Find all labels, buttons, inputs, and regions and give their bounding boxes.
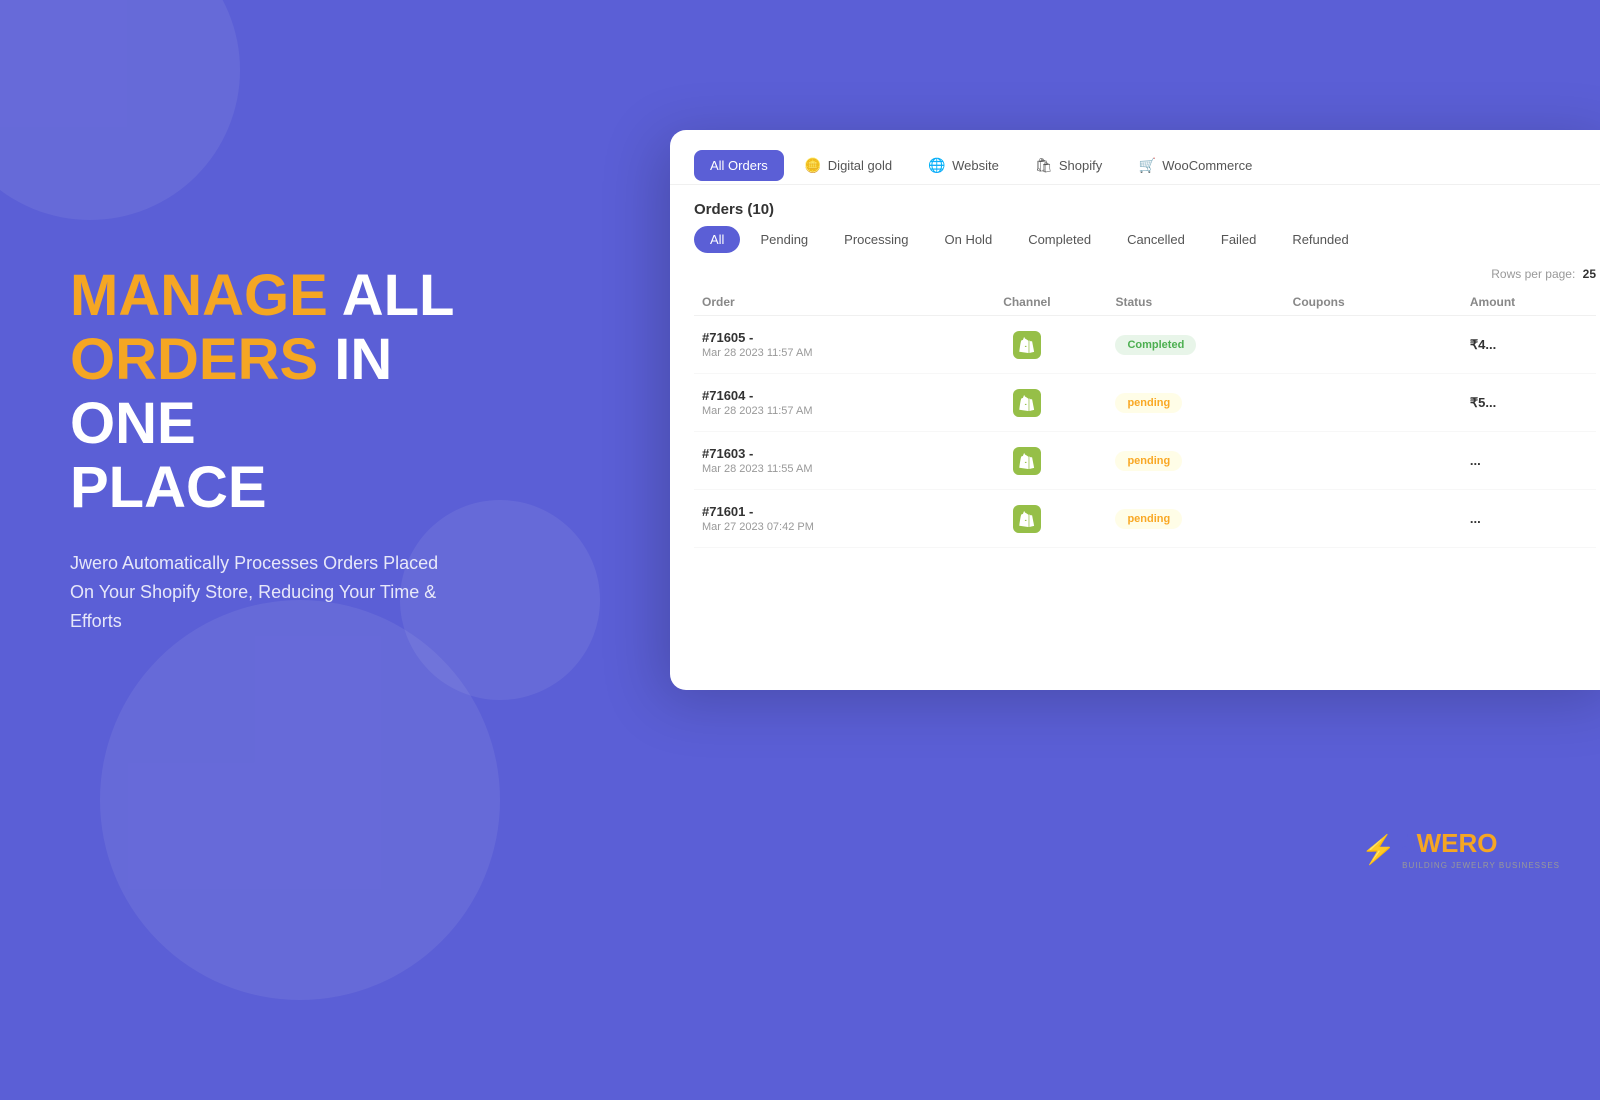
status-cell-3: pending xyxy=(1115,451,1292,471)
amount-cell-3: ... xyxy=(1470,453,1588,468)
logo-text-wero: WERO xyxy=(1417,828,1498,859)
digital-gold-icon: 🪙 xyxy=(804,156,822,174)
channel-cell-4 xyxy=(938,505,1115,533)
logo-letter-j: J xyxy=(1402,828,1416,859)
status-tab-all-label: All xyxy=(710,232,724,247)
status-tab-pending[interactable]: Pending xyxy=(744,226,824,253)
order-cell-3: #71603 - Mar 28 2023 11:55 AM xyxy=(702,446,938,475)
order-id-1: #71605 - xyxy=(702,330,938,345)
amount-cell-4: ... xyxy=(1470,511,1588,526)
status-cell-4: pending xyxy=(1115,509,1292,529)
status-tab-on-hold[interactable]: On Hold xyxy=(928,226,1008,253)
status-filter-tabs: All Pending Processing On Hold Completed… xyxy=(670,226,1600,263)
rows-per-page-value[interactable]: 25 xyxy=(1583,267,1596,281)
order-id-2: #71604 - xyxy=(702,388,938,403)
status-cell-2: pending xyxy=(1115,393,1292,413)
headline-orders: ORDERS xyxy=(70,327,318,392)
table-row[interactable]: #71603 - Mar 28 2023 11:55 AM pending ..… xyxy=(694,432,1596,490)
order-cell-1: #71605 - Mar 28 2023 11:57 AM xyxy=(702,330,938,359)
dashboard-card: All Orders 🪙 Digital gold 🌐 Website 🛍 Sh… xyxy=(670,130,1600,690)
table-row[interactable]: #71605 - Mar 28 2023 11:57 AM Completed … xyxy=(694,316,1596,374)
status-tab-completed[interactable]: Completed xyxy=(1012,226,1107,253)
order-id-3: #71603 - xyxy=(702,446,938,461)
logo-bottom: ⚡ J WERO BUILDING JEWELRY BUSINESSES xyxy=(1361,828,1560,870)
status-badge-4: pending xyxy=(1115,509,1182,529)
tab-woocommerce[interactable]: 🛒 WooCommerce xyxy=(1122,148,1268,182)
left-panel: MANAGE ALL ORDERS IN ONE PLACE Jwero Aut… xyxy=(0,0,530,900)
shopify-channel-icon-4 xyxy=(1013,505,1041,533)
col-order: Order xyxy=(702,295,938,309)
status-tab-processing[interactable]: Processing xyxy=(828,226,924,253)
shopify-channel-icon-3 xyxy=(1013,447,1041,475)
col-amount: Amount xyxy=(1470,295,1588,309)
channel-cell-2 xyxy=(938,389,1115,417)
status-badge-1: Completed xyxy=(1115,335,1196,355)
tab-website-label: Website xyxy=(952,158,999,173)
amount-cell-2: ₹5... xyxy=(1470,395,1588,411)
source-tabs: All Orders 🪙 Digital gold 🌐 Website 🛍 Sh… xyxy=(670,130,1600,185)
headline-manage: MANAGE xyxy=(70,263,328,328)
tab-shopify[interactable]: 🛍 Shopify xyxy=(1019,148,1118,182)
orders-header: Orders (10) xyxy=(670,185,1600,226)
status-tab-completed-label: Completed xyxy=(1028,232,1091,247)
col-coupons: Coupons xyxy=(1293,295,1470,309)
status-badge-2: pending xyxy=(1115,393,1182,413)
logo-tagline: BUILDING JEWELRY BUSINESSES xyxy=(1402,861,1560,870)
order-date-1: Mar 28 2023 11:57 AM xyxy=(702,347,938,359)
status-tab-refunded-label: Refunded xyxy=(1292,232,1348,247)
orders-table: Rows per page: 25 Order Channel Status C… xyxy=(670,263,1600,690)
shopify-tab-icon: 🛍 xyxy=(1035,156,1053,174)
rows-per-page-label: Rows per page: xyxy=(1491,267,1575,281)
rows-per-page-container: Rows per page: 25 xyxy=(694,263,1596,289)
status-tab-pending-label: Pending xyxy=(760,232,808,247)
order-date-2: Mar 28 2023 11:57 AM xyxy=(702,405,938,417)
channel-cell-1 xyxy=(938,331,1115,359)
status-tab-all[interactable]: All xyxy=(694,226,740,253)
website-icon: 🌐 xyxy=(928,156,946,174)
status-tab-failed[interactable]: Failed xyxy=(1205,226,1272,253)
amount-cell-1: ₹4... xyxy=(1470,337,1588,353)
logo-lightning-icon: ⚡ xyxy=(1361,833,1396,866)
status-tab-cancelled-label: Cancelled xyxy=(1127,232,1185,247)
channel-cell-3 xyxy=(938,447,1115,475)
subtext: Jwero Automatically Processes Orders Pla… xyxy=(70,549,460,635)
status-badge-3: pending xyxy=(1115,451,1182,471)
orders-count-label: Orders (10) xyxy=(694,201,774,218)
woocommerce-icon: 🛒 xyxy=(1138,156,1156,174)
tab-website[interactable]: 🌐 Website xyxy=(912,148,1015,182)
tab-shopify-label: Shopify xyxy=(1059,158,1102,173)
col-status: Status xyxy=(1115,295,1292,309)
col-channel: Channel xyxy=(938,295,1115,309)
table-row[interactable]: #71604 - Mar 28 2023 11:57 AM pending ₹5… xyxy=(694,374,1596,432)
table-row[interactable]: #71601 - Mar 27 2023 07:42 PM pending ..… xyxy=(694,490,1596,548)
tab-digital-gold[interactable]: 🪙 Digital gold xyxy=(788,148,908,182)
headline-all: ALL xyxy=(328,263,455,328)
status-cell-1: Completed xyxy=(1115,335,1292,355)
tab-woocommerce-label: WooCommerce xyxy=(1162,158,1252,173)
shopify-channel-icon-1 xyxy=(1013,331,1041,359)
tab-all-orders[interactable]: All Orders xyxy=(694,150,784,181)
headline-place: PLACE xyxy=(70,455,267,520)
status-tab-on-hold-label: On Hold xyxy=(944,232,992,247)
status-tab-refunded[interactable]: Refunded xyxy=(1276,226,1364,253)
tab-all-orders-label: All Orders xyxy=(710,158,768,173)
status-tab-cancelled[interactable]: Cancelled xyxy=(1111,226,1201,253)
order-date-3: Mar 28 2023 11:55 AM xyxy=(702,463,938,475)
order-cell-2: #71604 - Mar 28 2023 11:57 AM xyxy=(702,388,938,417)
order-cell-4: #71601 - Mar 27 2023 07:42 PM xyxy=(702,504,938,533)
status-tab-failed-label: Failed xyxy=(1221,232,1256,247)
order-date-4: Mar 27 2023 07:42 PM xyxy=(702,521,938,533)
tab-digital-gold-label: Digital gold xyxy=(828,158,892,173)
headline: MANAGE ALL ORDERS IN ONE PLACE xyxy=(70,264,460,519)
table-header: Order Channel Status Coupons Amount xyxy=(694,289,1596,316)
status-tab-processing-label: Processing xyxy=(844,232,908,247)
order-id-4: #71601 - xyxy=(702,504,938,519)
shopify-channel-icon-2 xyxy=(1013,389,1041,417)
